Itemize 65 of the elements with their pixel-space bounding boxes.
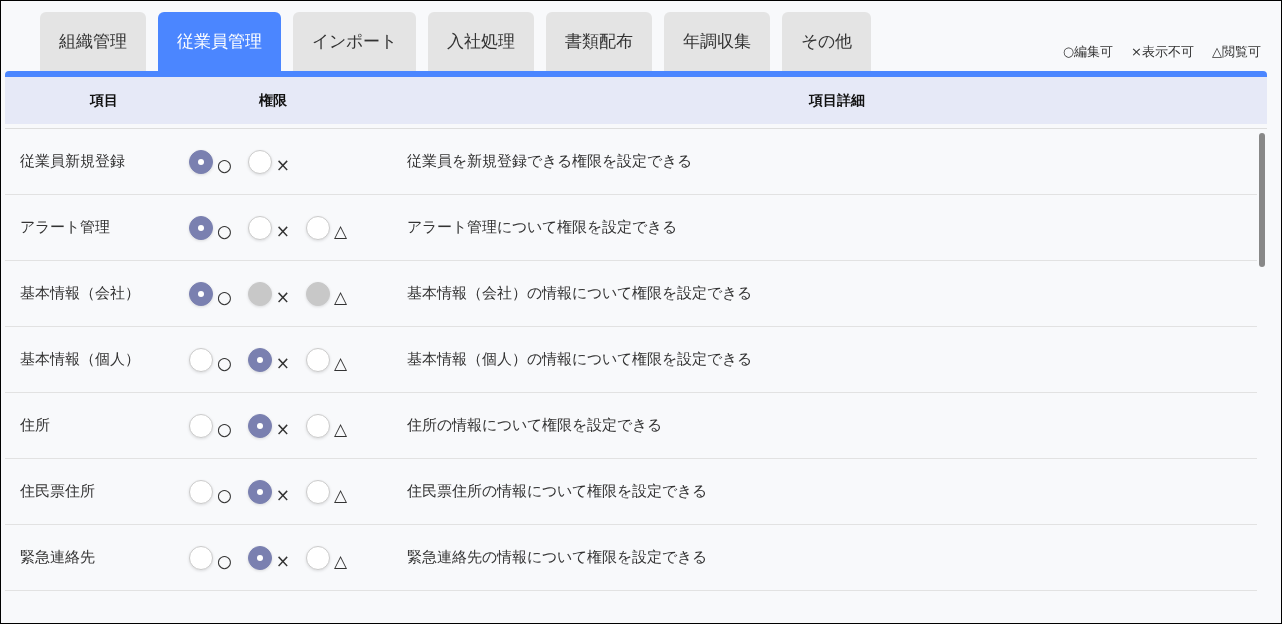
option-symbol: △ <box>334 486 348 504</box>
item-label: 住民票住所 <box>20 482 95 501</box>
option-symbol: ○ <box>217 288 232 306</box>
tab[interactable]: 入社処理 <box>428 12 534 71</box>
option-symbol: ○ <box>217 486 232 504</box>
detail-text: 住民票住所の情報について権限を設定できる <box>407 482 707 501</box>
option-symbol: ○ <box>217 420 232 438</box>
option-symbol: △ <box>334 552 348 570</box>
detail-text: 基本情報（個人）の情報について権限を設定できる <box>407 350 752 369</box>
option-symbol: ○ <box>217 222 232 240</box>
scrollbar-thumb[interactable] <box>1259 133 1265 267</box>
radio-button[interactable] <box>189 215 213 240</box>
radio-button[interactable] <box>247 545 272 570</box>
option-symbol: × <box>275 552 291 570</box>
radio-button[interactable] <box>306 347 331 372</box>
radio-button[interactable] <box>189 479 213 504</box>
option-symbol: ○ <box>217 354 232 372</box>
legend-text: ×表示不可 <box>1131 43 1194 62</box>
radio-button[interactable] <box>189 413 213 438</box>
item-label: 緊急連絡先 <box>20 548 95 567</box>
option-symbol: × <box>275 288 291 306</box>
item-label: 従業員新規登録 <box>20 152 125 171</box>
radio-button[interactable] <box>247 479 272 504</box>
item-label: 住所 <box>20 416 50 435</box>
radio-button[interactable] <box>189 149 213 174</box>
option-symbol: × <box>275 354 291 372</box>
detail-text: 基本情報（会社）の情報について権限を設定できる <box>407 284 752 303</box>
option-symbol: × <box>275 222 291 240</box>
column-header: 項目 <box>90 92 118 108</box>
radio-button[interactable] <box>189 281 213 306</box>
option-symbol: △ <box>334 288 348 306</box>
radio-button[interactable] <box>306 545 331 570</box>
detail-text: 緊急連絡先の情報について権限を設定できる <box>407 548 707 567</box>
item-label: 基本情報（個人） <box>20 350 140 369</box>
detail-text: 従業員を新規登録できる権限を設定できる <box>407 152 692 171</box>
legend-text: ○編集可 <box>1062 43 1114 62</box>
detail-text: アラート管理について権限を設定できる <box>407 218 677 237</box>
radio-button[interactable] <box>189 347 213 372</box>
radio-button[interactable] <box>247 149 272 174</box>
option-symbol: ○ <box>217 156 232 174</box>
radio-button[interactable] <box>247 413 272 438</box>
option-symbol: ○ <box>217 552 232 570</box>
tab[interactable]: その他 <box>782 12 871 71</box>
radio-button[interactable] <box>247 347 272 372</box>
tab[interactable]: インポート <box>293 12 416 71</box>
item-label: 基本情報（会社） <box>20 284 140 303</box>
tab[interactable]: 年調収集 <box>664 12 770 71</box>
tab[interactable]: 組織管理 <box>40 12 146 71</box>
option-symbol: △ <box>334 354 348 372</box>
radio-button[interactable] <box>189 545 213 570</box>
option-symbol: × <box>275 156 291 174</box>
radio-button[interactable] <box>306 413 331 438</box>
item-label: アラート管理 <box>20 218 110 237</box>
column-header: 項目詳細 <box>809 92 865 108</box>
radio-button[interactable] <box>247 215 272 240</box>
option-symbol: △ <box>334 420 348 438</box>
option-symbol: × <box>275 486 291 504</box>
legend-text: △閲覧可 <box>1212 43 1261 62</box>
detail-text: 住所の情報について権限を設定できる <box>407 416 662 435</box>
option-symbol: × <box>275 420 291 438</box>
radio-button[interactable] <box>306 215 331 240</box>
column-header: 権限 <box>259 92 287 108</box>
radio-button[interactable] <box>306 479 331 504</box>
tab[interactable]: 書類配布 <box>546 12 652 71</box>
option-symbol: △ <box>334 222 348 240</box>
